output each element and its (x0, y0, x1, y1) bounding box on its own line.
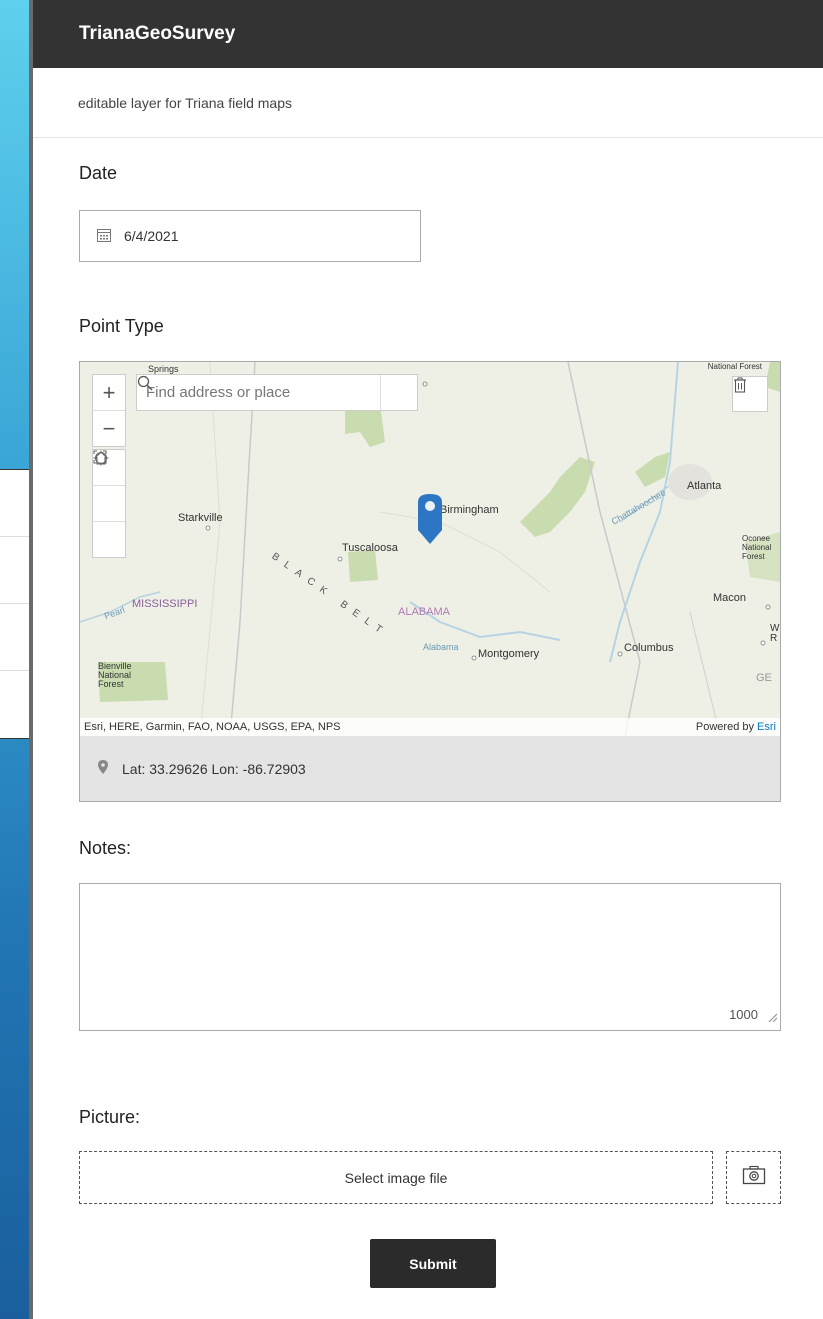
zoom-controls: + − (92, 374, 126, 447)
submit-label: Submit (409, 1255, 457, 1272)
calendar-icon (96, 227, 112, 246)
character-counter: 1000 (729, 1007, 758, 1022)
app-title: TrianaGeoSurvey (79, 23, 236, 44)
select-image-label: Select image file (344, 1169, 448, 1186)
map-view[interactable]: Springs National Forest Atlanta Starkvil… (80, 362, 780, 736)
powered-by: Powered by Esri (696, 721, 776, 733)
map-label-oconee: Oconee National Forest (742, 534, 772, 561)
map-label-birmingham: Birmingham (440, 504, 499, 516)
map-label-national-forest-top: National Forest (707, 362, 762, 371)
map-attribution: Esri, HERE, Garmin, FAO, NOAA, USGS, EPA… (80, 718, 780, 736)
map-label-alabama-river: Alabama (423, 642, 459, 652)
date-field[interactable]: 6/4/2021 (79, 210, 421, 262)
map-label-macon: Macon (713, 592, 747, 604)
map-label-montgomery: Montgomery (478, 648, 540, 660)
survey-form-panel: TrianaGeoSurvey editable layer for Trian… (29, 0, 823, 1319)
resize-grip-icon[interactable] (767, 1009, 778, 1027)
notes-label: Notes: (79, 838, 132, 858)
nav-controls (92, 449, 126, 558)
coordinate-readout: Lat: 33.29626 Lon: -86.72903 (80, 736, 780, 801)
attribution-text: Esri, HERE, Garmin, FAO, NOAA, USGS, EPA… (84, 721, 341, 733)
zoom-in-button[interactable]: + (93, 375, 125, 411)
map-label-tuscaloosa: Tuscaloosa (342, 542, 398, 554)
select-image-button[interactable]: Select image file (79, 1151, 713, 1204)
map-label-wr: W R (770, 623, 780, 644)
map-label-atlanta: Atlanta (687, 480, 722, 492)
basemap (80, 362, 780, 736)
locate-button[interactable] (93, 450, 125, 522)
point-type-map-widget: Springs National Forest Atlanta Starkvil… (79, 361, 781, 802)
map-label-alabama-state: ALABAMA (398, 606, 450, 618)
map-label-ge: GE (756, 672, 772, 684)
map-search-button[interactable] (137, 375, 417, 410)
map-label-columbus: Columbus (624, 642, 674, 654)
plus-icon: + (102, 379, 116, 405)
delete-point-button[interactable] (732, 376, 768, 412)
camera-button[interactable] (726, 1151, 781, 1204)
submit-button[interactable]: Submit (370, 1239, 496, 1288)
minus-icon: − (102, 415, 116, 441)
location-pin-icon (98, 760, 108, 777)
map-label-starkville: Starkville (178, 512, 223, 524)
date-value: 6/4/2021 (124, 228, 179, 244)
camera-icon (742, 1165, 766, 1190)
picture-label: Picture: (79, 1107, 141, 1127)
map-search-input[interactable] (137, 374, 380, 411)
coordinate-text: Lat: 33.29626 Lon: -86.72903 (122, 760, 306, 777)
esri-link[interactable]: Esri (757, 721, 776, 733)
map-label-bienville: Bienville National Forest (98, 661, 132, 689)
powered-by-label: Powered by (695, 721, 754, 733)
map-search-box (136, 374, 418, 411)
map-label-mississippi: MISSISSIPPI (132, 598, 198, 610)
zoom-out-button[interactable]: − (93, 411, 125, 446)
notes-field[interactable]: 1000 (79, 883, 781, 1031)
map-label-springs: Springs (148, 364, 179, 374)
app-header: TrianaGeoSurvey (33, 0, 823, 68)
form-description: editable layer for Triana field maps (33, 68, 823, 138)
notes-textarea[interactable] (80, 884, 780, 1030)
fullscreen-button[interactable] (93, 450, 125, 557)
point-type-label: Point Type (79, 316, 164, 336)
date-label: Date (79, 163, 118, 183)
